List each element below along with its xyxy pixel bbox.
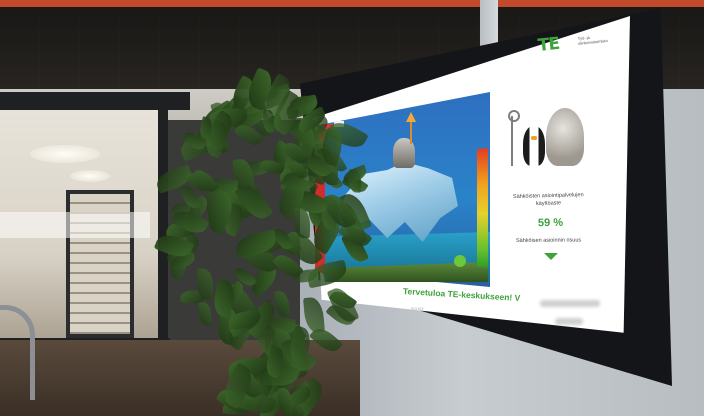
usage-percent: 59 % [537,216,564,230]
plant-leaf [273,290,291,319]
handrail [0,305,35,400]
plant-leaf [303,296,325,334]
plant-leaf [198,302,212,327]
penguin-beak [531,136,537,140]
potted-plant [150,66,373,416]
street-lamp-top [508,110,520,122]
plant-leaf [196,267,214,300]
photo-scene: TE Työ- ja elinkeinotoimisto Sähköisten … [0,0,704,416]
te-logo: TE [536,33,561,56]
yeti-mascot [546,108,584,166]
blurred-ticker-text [555,318,583,325]
glass-door-sign [0,212,150,238]
monitor-brand: SONY [411,306,425,311]
down-arrow-icon [544,253,558,260]
ceiling-light [70,170,110,182]
penguin-mascot [523,126,545,166]
target-label: Sähköisen asioinnin osuus [515,237,582,244]
ceiling-light [30,145,100,163]
blurred-ticker-text [540,300,600,307]
top-red-band [0,0,704,7]
status-line-2: käyttöaste [535,200,562,207]
level-meter [477,148,488,268]
green-dot [454,255,466,267]
street-lamp [511,116,513,166]
